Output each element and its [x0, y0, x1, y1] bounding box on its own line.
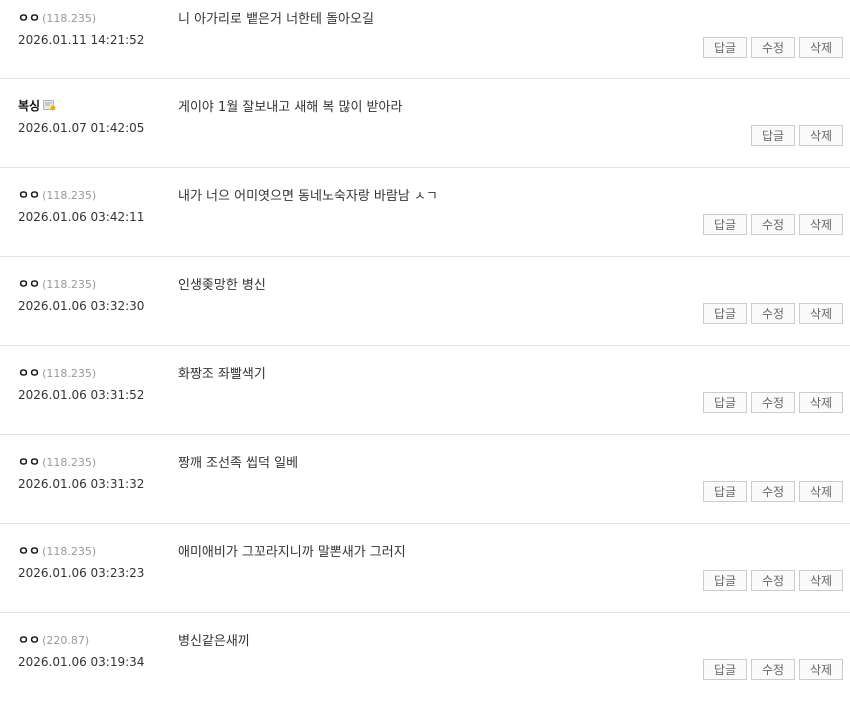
author-name[interactable]: ㅇㅇ: [18, 11, 40, 25]
author-name[interactable]: ㅇㅇ: [18, 544, 40, 558]
comment-actions: 답글 수정 삭제: [703, 303, 843, 324]
reply-button[interactable]: 답글: [703, 481, 747, 502]
comment-date: 2026.01.06 03:23:23: [18, 566, 145, 580]
comment-actions: 답글 수정 삭제: [703, 481, 843, 502]
delete-button[interactable]: 삭제: [799, 37, 843, 58]
reply-button[interactable]: 답글: [751, 125, 795, 146]
comment-text: 게이야 1월 잘보내고 새해 복 많이 받아라: [178, 100, 403, 115]
comment-date: 2026.01.06 03:19:34: [18, 655, 145, 669]
comment-text: 짱깨 조선족 씹덕 일베: [178, 456, 299, 471]
comment-date: 2026.01.07 01:42:05: [18, 121, 145, 135]
edit-button[interactable]: 수정: [751, 303, 795, 324]
comment-text: 화짱조 좌빨색기: [178, 367, 266, 382]
delete-button[interactable]: 삭제: [799, 481, 843, 502]
author-ip: (118.235): [42, 545, 97, 558]
comment-row: 복싱 2026.01.07 01:42:05 게이야 1월 잘보내고 새해 복 …: [0, 79, 850, 168]
comment-text: 병신같은새끼: [178, 634, 250, 649]
comment-actions: 답글 수정 삭제: [703, 659, 843, 680]
comment-list: ㅇㅇ (118.235) 2026.01.11 14:21:52 니 아가리로 뱉…: [0, 0, 850, 702]
author-ip: (118.235): [42, 189, 97, 202]
reply-button[interactable]: 답글: [703, 392, 747, 413]
comment-author[interactable]: ㅇㅇ (118.235): [18, 275, 96, 292]
comment-date: 2026.01.06 03:32:30: [18, 299, 145, 313]
edit-button[interactable]: 수정: [751, 481, 795, 502]
reply-button[interactable]: 답글: [703, 570, 747, 591]
comment-row: ㅇㅇ (220.87) 2026.01.06 03:19:34 병신같은새끼 답글…: [0, 613, 850, 702]
comment-actions: 답글 수정 삭제: [703, 392, 843, 413]
comment-actions: 답글 수정 삭제: [703, 214, 843, 235]
comment-date: 2026.01.11 14:21:52: [18, 33, 145, 47]
comment-date: 2026.01.06 03:31:32: [18, 477, 145, 491]
comment-row: ㅇㅇ (118.235) 2026.01.06 03:42:11 내가 너으 어미…: [0, 168, 850, 257]
reply-button[interactable]: 답글: [703, 659, 747, 680]
comment-actions: 답글 삭제: [751, 125, 843, 146]
comment-author[interactable]: ㅇㅇ (118.235): [18, 542, 96, 559]
comment-text: 인생좆망한 병신: [178, 278, 266, 293]
comment-row: ㅇㅇ (118.235) 2026.01.06 03:23:23 애미애비가 그꼬…: [0, 524, 850, 613]
author-name[interactable]: ㅇㅇ: [18, 633, 40, 647]
author-ip: (118.235): [42, 456, 97, 469]
edit-button[interactable]: 수정: [751, 570, 795, 591]
author-name[interactable]: ㅇㅇ: [18, 188, 40, 202]
comment-actions: 답글 수정 삭제: [703, 570, 843, 591]
edit-button[interactable]: 수정: [751, 392, 795, 413]
delete-button[interactable]: 삭제: [799, 392, 843, 413]
comment-text: 니 아가리로 뱉은거 너한테 돌아오길: [178, 12, 374, 27]
delete-button[interactable]: 삭제: [799, 659, 843, 680]
reply-button[interactable]: 답글: [703, 214, 747, 235]
author-ip: (118.235): [42, 367, 97, 380]
author-name[interactable]: ㅇㅇ: [18, 455, 40, 469]
comment-text: 내가 너으 어미엿으면 동네노숙자랑 바람남 ㅅㄱ: [178, 189, 438, 204]
comment-row: ㅇㅇ (118.235) 2026.01.06 03:32:30 인생좆망한 병신…: [0, 257, 850, 346]
comment-row: ㅇㅇ (118.235) 2026.01.06 03:31:32 짱깨 조선족 씹…: [0, 435, 850, 524]
edit-button[interactable]: 수정: [751, 37, 795, 58]
comment-actions: 답글 수정 삭제: [703, 37, 843, 58]
author-name[interactable]: ㅇㅇ: [18, 277, 40, 291]
comment-text: 애미애비가 그꼬라지니까 말뽄새가 그러지: [178, 545, 406, 560]
comment-row: ㅇㅇ (118.235) 2026.01.06 03:31:52 화짱조 좌빨색기…: [0, 346, 850, 435]
delete-button[interactable]: 삭제: [799, 570, 843, 591]
member-badge-icon: [43, 100, 56, 111]
comment-author[interactable]: ㅇㅇ (118.235): [18, 186, 96, 203]
author-ip: (118.235): [42, 12, 97, 25]
comment-author[interactable]: ㅇㅇ (118.235): [18, 9, 96, 26]
edit-button[interactable]: 수정: [751, 659, 795, 680]
delete-button[interactable]: 삭제: [799, 303, 843, 324]
author-ip: (118.235): [42, 278, 97, 291]
comment-row: ㅇㅇ (118.235) 2026.01.11 14:21:52 니 아가리로 뱉…: [0, 0, 850, 79]
author-name[interactable]: ㅇㅇ: [18, 366, 40, 380]
reply-button[interactable]: 답글: [703, 37, 747, 58]
delete-button[interactable]: 삭제: [799, 214, 843, 235]
comment-date: 2026.01.06 03:42:11: [18, 210, 145, 224]
author-ip: (220.87): [42, 634, 90, 647]
delete-button[interactable]: 삭제: [799, 125, 843, 146]
comment-author[interactable]: ㅇㅇ (118.235): [18, 364, 96, 381]
comment-author[interactable]: 복싱: [18, 97, 56, 114]
comment-author[interactable]: ㅇㅇ (118.235): [18, 453, 96, 470]
reply-button[interactable]: 답글: [703, 303, 747, 324]
comment-date: 2026.01.06 03:31:52: [18, 388, 145, 402]
edit-button[interactable]: 수정: [751, 214, 795, 235]
comment-author[interactable]: ㅇㅇ (220.87): [18, 631, 89, 648]
author-name[interactable]: 복싱: [18, 99, 40, 113]
